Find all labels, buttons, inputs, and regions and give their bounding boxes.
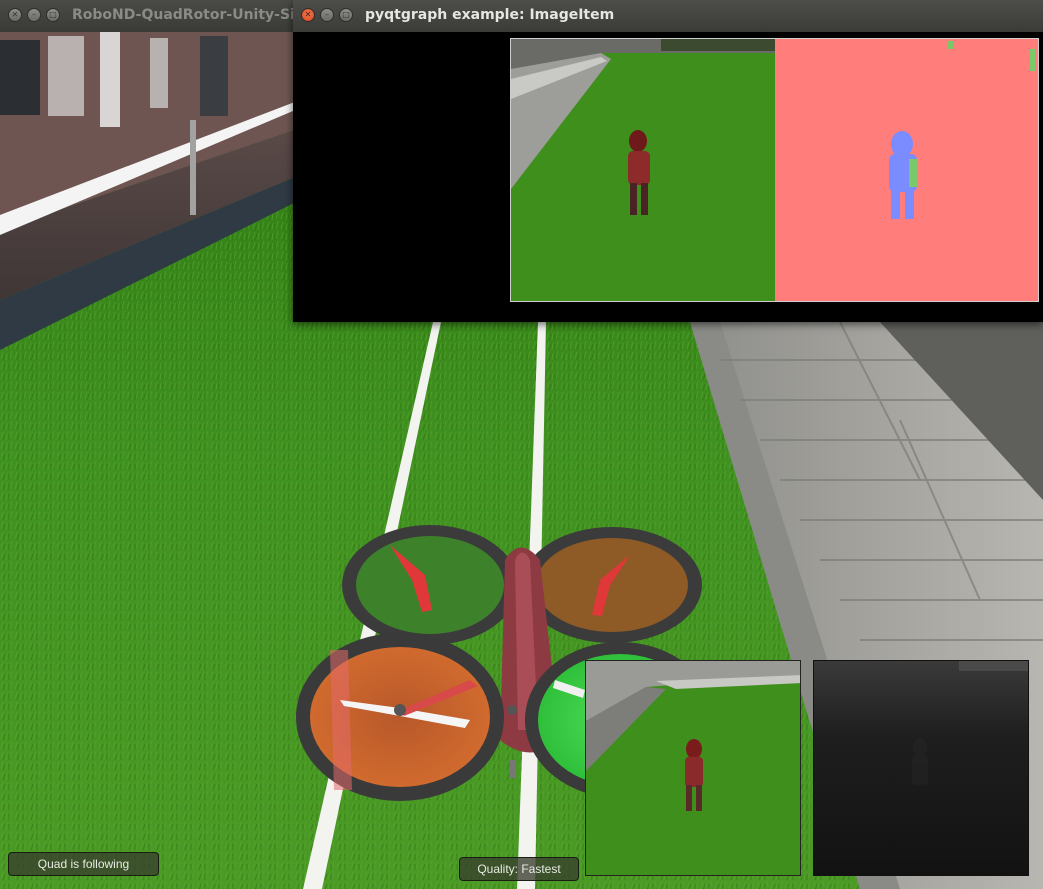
pyqtgraph-window-controls: ✕ – □ [301, 8, 353, 22]
segmentation-image [775, 39, 1038, 301]
follow-status-label: Quad is following [8, 852, 159, 876]
minimize-icon[interactable]: – [320, 8, 334, 22]
pyqtgraph-title: pyqtgraph example: ImageItem [365, 7, 615, 23]
simulator-window-controls: ✕ – □ [8, 8, 60, 22]
rgb-camera-image [586, 661, 800, 875]
image-item [510, 38, 1039, 302]
maximize-icon[interactable]: □ [339, 8, 353, 22]
depth-camera-image [814, 661, 1028, 875]
minimize-icon[interactable]: – [27, 8, 41, 22]
close-icon[interactable]: ✕ [301, 8, 315, 22]
close-icon[interactable]: ✕ [8, 8, 22, 22]
quality-setting-label[interactable]: Quality: Fastest [459, 857, 579, 881]
desktop: ✕ – □ RoboND-QuadRotor-Unity-Simu Quad i… [0, 0, 1043, 889]
pyqtgraph-window: ✕ – □ pyqtgraph example: ImageItem [293, 0, 1043, 322]
image-view-canvas[interactable] [293, 32, 1043, 322]
rgb-camera-feed [585, 660, 801, 876]
maximize-icon[interactable]: □ [46, 8, 60, 22]
depth-camera-feed [813, 660, 1029, 876]
rgb-image [511, 39, 775, 301]
segmentation-image-panel [775, 39, 1038, 301]
simulator-title: RoboND-QuadRotor-Unity-Simu [72, 7, 320, 23]
rgb-image-panel [511, 39, 775, 301]
pyqtgraph-titlebar[interactable]: ✕ – □ pyqtgraph example: ImageItem [293, 0, 1043, 32]
